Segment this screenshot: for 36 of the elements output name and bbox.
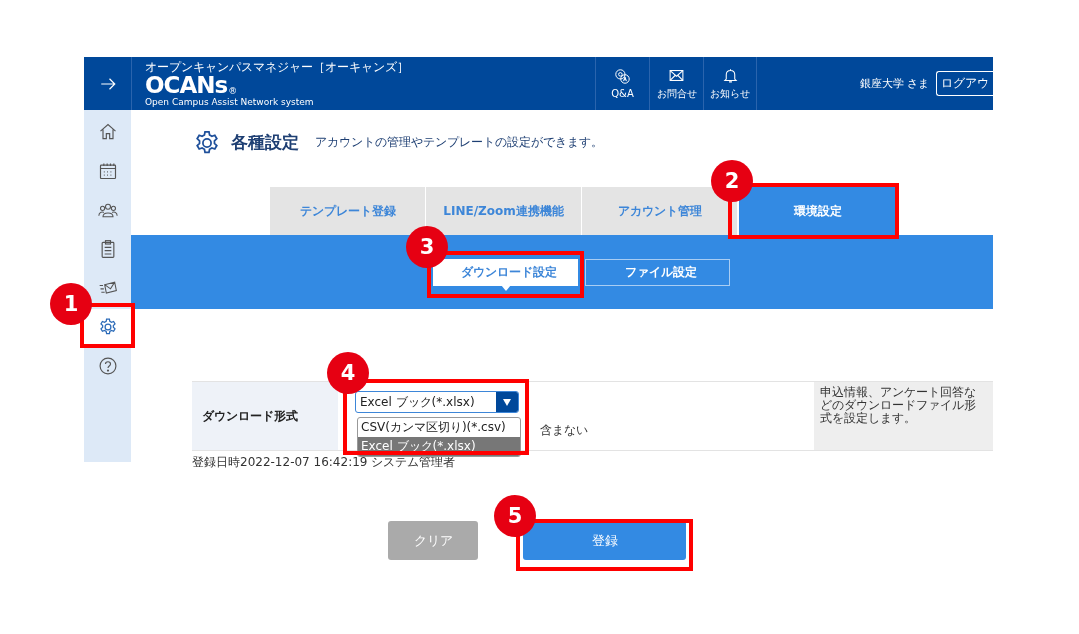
step-badge: 1	[50, 283, 92, 325]
logo-subtitle: Open Campus Assist Network system	[145, 97, 315, 107]
option-text: 含まない	[540, 422, 589, 439]
logo: OCANs	[145, 74, 228, 97]
clear-button[interactable]: クリア	[388, 521, 478, 560]
user-name: 銀座大学 さま	[859, 76, 929, 91]
settings-icon	[97, 316, 118, 337]
updated-info: 登録日時2022-12-07 16:42:19 システム管理者	[192, 454, 457, 471]
step-badge: 2	[711, 160, 753, 202]
setting-label: ダウンロード形式	[192, 382, 338, 450]
tab[interactable]: アカウント管理	[582, 187, 737, 235]
tab[interactable]: LINE/Zoom連携機能	[426, 187, 581, 235]
pointer-icon	[500, 284, 511, 291]
tagline: オープンキャンパスマネジャー［オーキャンズ］	[145, 61, 410, 74]
tab[interactable]: 環境設定	[739, 187, 896, 235]
sidebar-item[interactable]	[84, 309, 131, 344]
header-link[interactable]: お問合せ	[649, 57, 703, 110]
home-icon	[97, 121, 118, 142]
register-button[interactable]: 登録	[523, 521, 686, 560]
step-badge: 5	[494, 495, 536, 537]
caret-icon	[503, 398, 511, 406]
help-icon	[97, 355, 118, 376]
logout-button[interactable]: ログアウ	[936, 71, 993, 96]
header-link[interactable]: お知らせ	[703, 57, 757, 110]
format-dropdown[interactable]: Excel ブック(*.xlsx)	[355, 391, 519, 413]
page-description: アカウントの管理やテンプレートの設定ができます。	[315, 134, 603, 151]
bell-icon	[721, 66, 739, 84]
tab[interactable]: テンプレート登録	[270, 187, 425, 235]
speech-bubbles-icon	[614, 68, 631, 85]
setting-note: 申込情報、アンケート回答などのダウンロードファイル形式を設定します。	[814, 382, 993, 450]
dropdown-option[interactable]: CSV(カンマ区切り)(*.csv)	[358, 418, 520, 437]
subtab[interactable]: ファイル設定	[585, 258, 730, 286]
header-link[interactable]: Q&A	[595, 57, 649, 110]
page-title: 各種設定	[231, 131, 299, 154]
registered-mark: ®	[228, 86, 238, 96]
step-badge: 4	[327, 352, 369, 394]
